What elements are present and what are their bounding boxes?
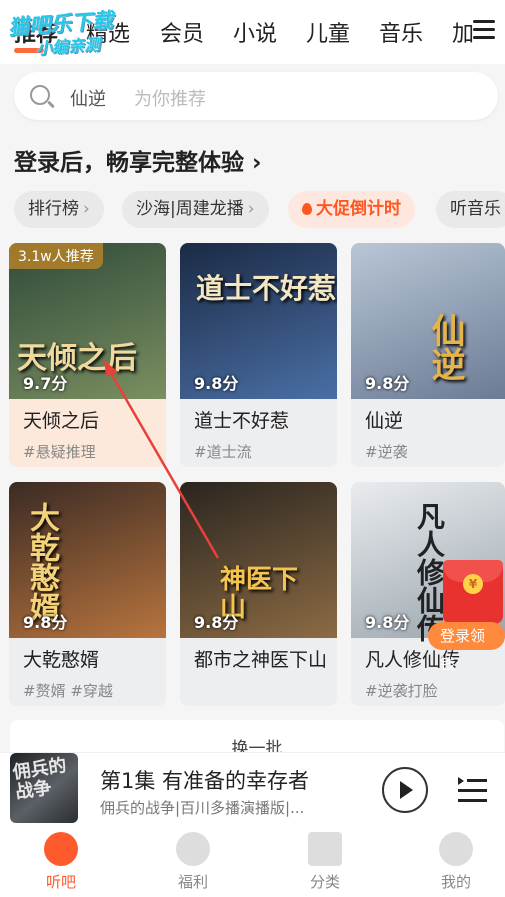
- tab-music[interactable]: 音乐: [379, 16, 423, 48]
- cover-title: 道士不好惹: [196, 272, 337, 305]
- bottom-nav: 听吧 福利 分类 我的: [0, 826, 505, 897]
- cover-title: 大乾憨婿: [24, 502, 59, 622]
- nav-welfare[interactable]: 福利: [148, 826, 238, 892]
- book-score: 9.7分: [23, 374, 68, 393]
- book-title: 都市之神医下山: [194, 649, 328, 671]
- book-title: 凡人修仙传: [365, 649, 461, 671]
- login-prompt[interactable]: 登录后，畅享完整体验 ›: [14, 143, 262, 177]
- book-title: 天倾之后: [23, 410, 100, 432]
- watermark-line2: 小编亲测: [35, 34, 101, 59]
- cover-title: 仙逆: [425, 313, 465, 381]
- tab-kids[interactable]: 儿童: [306, 16, 350, 48]
- chip-ranking-label: 排行榜: [28, 199, 79, 219]
- book-card[interactable]: 道士不好惹 9.8分 道士不好惹 #道士流: [180, 243, 337, 467]
- nav-label: 听吧: [45, 873, 76, 891]
- book-card[interactable]: 神医下山 9.8分 都市之神医下山: [180, 482, 337, 706]
- chip-shahai[interactable]: 沙海|周建龙播 ›: [122, 191, 269, 228]
- nav-tingba[interactable]: 听吧: [16, 826, 106, 892]
- search-icon: [30, 85, 50, 105]
- user-icon: [439, 832, 473, 866]
- grid-icon: [308, 832, 342, 866]
- book-title: 仙逆: [365, 410, 404, 432]
- book-tags: #逆袭打脸: [365, 682, 438, 700]
- book-title: 大乾憨婿: [23, 649, 100, 671]
- tab-more[interactable]: 加: [452, 16, 474, 48]
- red-envelope-icon[interactable]: ¥: [443, 560, 503, 624]
- book-score: 9.8分: [365, 613, 410, 632]
- book-card[interactable]: 仙逆 9.8分 仙逆 #逆袭: [351, 243, 505, 467]
- chevron-right-icon: ›: [83, 199, 90, 219]
- book-score: 9.8分: [194, 374, 239, 393]
- book-card[interactable]: 天倾之后 3.1w人推荐 9.7分 天倾之后 #悬疑推理: [9, 243, 166, 467]
- book-tags: #悬疑推理: [23, 443, 96, 461]
- search-placeholder: 为你推荐: [134, 89, 206, 110]
- book-tags: #道士流: [194, 443, 252, 461]
- book-score: 9.8分: [194, 613, 239, 632]
- top-tab-bar: 推荐 精选 会员 小说 儿童 音乐 加 猫吧乐下载 小编亲测: [0, 0, 505, 64]
- chevron-right-icon: ›: [247, 199, 255, 219]
- player-cover[interactable]: 佣兵的战争: [10, 753, 78, 823]
- nav-label: 分类: [309, 873, 340, 891]
- player-subtitle: 佣兵的战争|百川多播演播版|...: [100, 799, 305, 817]
- search-keyword: 仙逆: [70, 89, 106, 110]
- book-tags: #赘婿 #穿越: [23, 682, 113, 700]
- mini-player[interactable]: 佣兵的战争 第1集 有准备的幸存者 佣兵的战争|百川多播演播版|...: [0, 752, 505, 826]
- recommend-badge: 3.1w人推荐: [9, 243, 103, 269]
- player-cover-text: 佣兵的战争: [11, 755, 68, 804]
- flame-icon: [302, 203, 312, 215]
- search-bar[interactable]: 仙逆 为你推荐: [14, 72, 498, 120]
- menu-icon[interactable]: [473, 20, 495, 39]
- chip-shahai-label: 沙海|周建龙播: [136, 199, 244, 219]
- book-card[interactable]: 大乾憨婿 9.8分 大乾憨婿 #赘婿 #穿越: [9, 482, 166, 706]
- gift-icon: [176, 832, 210, 866]
- chip-promo-label: 大促倒计时: [316, 199, 401, 219]
- nav-label: 福利: [177, 873, 208, 891]
- coin-icon: ¥: [463, 574, 483, 594]
- leaf-icon: [44, 832, 78, 866]
- nav-label: 我的: [440, 873, 471, 891]
- nav-mine[interactable]: 我的: [411, 826, 501, 892]
- book-score: 9.8分: [23, 613, 68, 632]
- nav-category[interactable]: 分类: [280, 826, 370, 892]
- tab-vip[interactable]: 会员: [160, 16, 204, 48]
- chip-music-label: 听音乐: [450, 199, 501, 219]
- playlist-icon[interactable]: [456, 773, 488, 805]
- play-button[interactable]: [382, 767, 428, 813]
- chip-ranking[interactable]: 排行榜 ›: [14, 191, 104, 228]
- chip-music[interactable]: 听音乐: [436, 191, 505, 228]
- tab-novel[interactable]: 小说: [233, 16, 277, 48]
- book-tags: #逆袭: [365, 443, 408, 461]
- chip-promo-countdown[interactable]: 大促倒计时: [288, 191, 415, 228]
- player-title: 第1集 有准备的幸存者: [100, 769, 310, 793]
- login-reward-button[interactable]: 登录领钱: [428, 622, 505, 673]
- book-title: 道士不好惹: [194, 410, 290, 432]
- book-score: 9.8分: [365, 374, 410, 393]
